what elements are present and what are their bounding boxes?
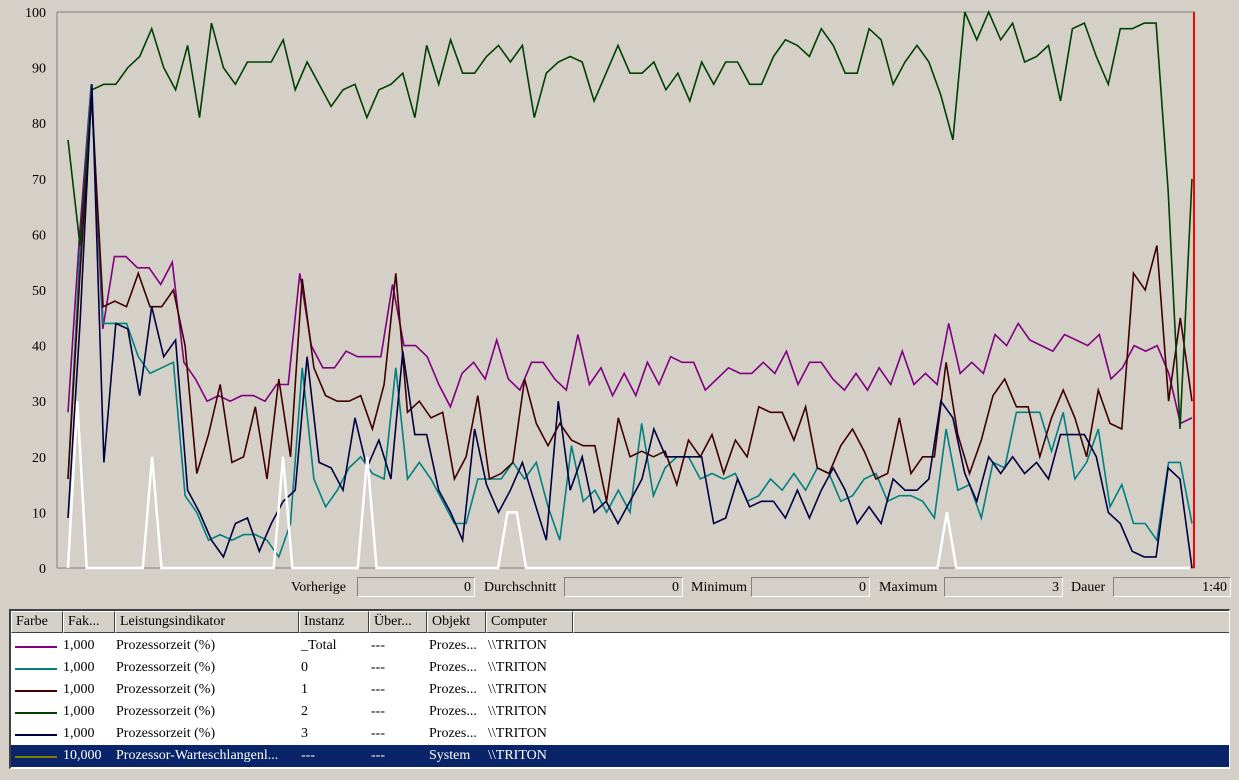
duration-field: 1:40 xyxy=(1113,577,1231,597)
computer-cell: \\TRITON xyxy=(488,726,547,741)
y-tick-label: 40 xyxy=(32,340,46,355)
scale-cell: 1,000 xyxy=(63,660,95,675)
computer-cell: \\TRITON xyxy=(488,682,547,697)
parent-cell: --- xyxy=(371,704,385,719)
legend-row[interactable]: 1,000 Prozessorzeit (%) 1 --- Prozes... \\TRI… xyxy=(11,679,1229,701)
object-cell: Prozes... xyxy=(429,660,477,675)
object-cell: Prozes... xyxy=(429,726,477,741)
y-tick-label: 80 xyxy=(32,117,46,132)
instance-cell: _Total xyxy=(301,638,337,653)
average-value-label: Durchschnitt xyxy=(484,580,557,595)
instance-cell: 1 xyxy=(301,682,308,697)
y-tick-label: 50 xyxy=(32,284,46,299)
computer-cell: \\TRITON xyxy=(488,638,547,653)
col-header-scale[interactable]: Fak... xyxy=(63,611,115,633)
object-cell: System xyxy=(429,748,471,763)
counter-cell: Prozessor-Warteschlangenl... xyxy=(116,748,279,763)
color-swatch xyxy=(15,646,57,648)
maximum-value-label: Maximum xyxy=(879,580,938,595)
counter-cell: Prozessorzeit (%) xyxy=(116,660,216,675)
legend-row[interactable]: 1,000 Prozessorzeit (%) 3 --- Prozes... \\TRI… xyxy=(11,723,1229,745)
counter-cell: Prozessorzeit (%) xyxy=(116,682,216,697)
scale-cell: 1,000 xyxy=(63,682,95,697)
series-line-1 xyxy=(67,84,1193,559)
parent-cell: --- xyxy=(371,638,385,653)
color-swatch xyxy=(15,690,57,692)
col-header-instance[interactable]: Instanz xyxy=(299,611,369,633)
scale-cell: 10,000 xyxy=(63,748,102,763)
counter-cell: Prozessorzeit (%) xyxy=(116,704,216,719)
y-tick-label: 10 xyxy=(32,506,46,521)
y-tick-label: 20 xyxy=(32,451,46,466)
graph-canvas: 1009080706050403020100 xyxy=(25,6,1195,575)
y-tick-label: 0 xyxy=(39,562,46,575)
col-header-object[interactable]: Objekt xyxy=(427,611,486,633)
y-tick-label: 60 xyxy=(32,228,46,243)
y-tick-label: 30 xyxy=(32,395,46,410)
last-value-label: Vorherige xyxy=(291,580,346,595)
maximum-value-field: 3 xyxy=(944,577,1063,597)
y-tick-label: 90 xyxy=(32,62,46,77)
value-bar: Vorherige 0 Durchschnitt 0 Minimum 0 Max… xyxy=(0,576,1239,600)
object-cell: Prozes... xyxy=(429,704,477,719)
performance-graph[interactable]: 100 90 80 70 60 50 40 30 20 10 0 xyxy=(0,0,1239,575)
parent-cell: --- xyxy=(371,726,385,741)
counter-legend[interactable]: Farbe Fak... Leistungsindikator Instanz … xyxy=(9,609,1230,769)
instance-cell: --- xyxy=(301,748,315,763)
average-value-field: 0 xyxy=(564,577,683,597)
parent-cell: --- xyxy=(371,660,385,675)
parent-cell: --- xyxy=(371,748,385,763)
minimum-value-field: 0 xyxy=(751,577,870,597)
series-line-5 xyxy=(66,401,1190,570)
legend-row[interactable]: 1,000 Prozessorzeit (%) _Total --- Prozes...… xyxy=(11,635,1229,657)
color-swatch xyxy=(15,756,57,758)
scale-cell: 1,000 xyxy=(63,704,95,719)
counter-cell: Prozessorzeit (%) xyxy=(116,726,216,741)
legend-row[interactable]: 1,000 Prozessorzeit (%) 2 --- Prozes... \\TRI… xyxy=(11,701,1229,723)
computer-cell: \\TRITON xyxy=(488,748,547,763)
color-swatch xyxy=(15,668,57,670)
col-header-parent[interactable]: Über... xyxy=(369,611,427,633)
legend-row[interactable]: 1,000 Prozessorzeit (%) 0 --- Prozes... \\TRI… xyxy=(11,657,1229,679)
col-header-filler xyxy=(573,611,1229,633)
legend-rows: 1,000 Prozessorzeit (%) _Total --- Prozes...… xyxy=(11,635,1229,767)
last-value-field: 0 xyxy=(357,577,475,597)
object-cell: Prozes... xyxy=(429,638,477,653)
y-tick-label: 100 xyxy=(25,6,46,21)
series-line-4 xyxy=(67,84,1193,569)
legend-row[interactable]: 10,000 Prozessor-Warteschlangenl... --- ---… xyxy=(11,745,1229,767)
computer-cell: \\TRITON xyxy=(488,704,547,719)
minimum-value-label: Minimum xyxy=(691,580,748,595)
instance-cell: 3 xyxy=(301,726,308,741)
col-header-counter[interactable]: Leistungsindikator xyxy=(115,611,299,633)
series-line-3 xyxy=(67,9,1193,430)
color-swatch xyxy=(15,712,57,714)
counter-cell: Prozessorzeit (%) xyxy=(116,638,216,653)
series-line-0 xyxy=(67,84,1193,425)
color-swatch xyxy=(15,734,57,736)
parent-cell: --- xyxy=(371,682,385,697)
col-header-computer[interactable]: Computer xyxy=(486,611,573,633)
object-cell: Prozes... xyxy=(429,682,477,697)
legend-header: Farbe Fak... Leistungsindikator Instanz … xyxy=(11,611,1229,633)
scale-cell: 1,000 xyxy=(63,726,95,741)
instance-cell: 0 xyxy=(301,660,308,675)
series-line-2 xyxy=(67,95,1193,502)
instance-cell: 2 xyxy=(301,704,308,719)
scale-cell: 1,000 xyxy=(63,638,95,653)
y-tick-label: 70 xyxy=(32,173,46,188)
duration-label: Dauer xyxy=(1071,580,1106,595)
computer-cell: \\TRITON xyxy=(488,660,547,675)
col-header-color[interactable]: Farbe xyxy=(11,611,63,633)
